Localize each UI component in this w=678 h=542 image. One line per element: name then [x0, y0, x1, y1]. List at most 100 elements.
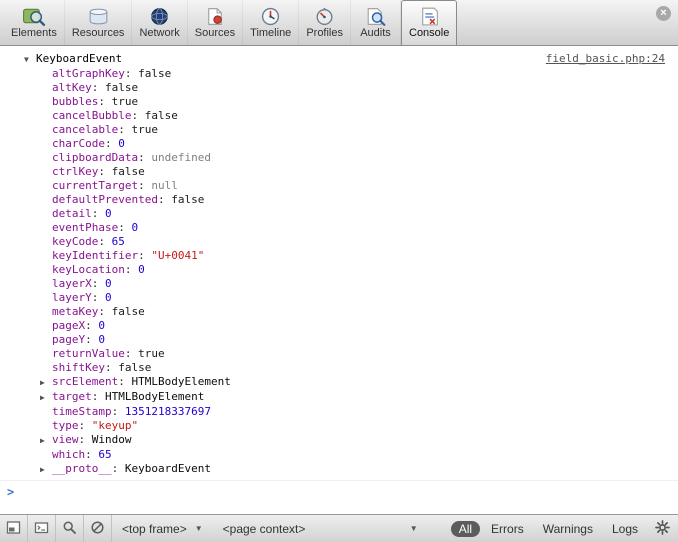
- property-separator: :: [78, 433, 92, 446]
- clear-console-button[interactable]: [84, 515, 112, 542]
- property-separator: :: [138, 249, 152, 262]
- disclosure-triangle-expanded-icon[interactable]: [24, 53, 36, 67]
- property-value: true: [111, 95, 139, 108]
- property-name: returnValue: [52, 347, 125, 360]
- property-separator: :: [85, 333, 99, 346]
- property-name: shiftKey: [52, 361, 105, 374]
- property-row[interactable]: srcElement: HTMLBodyElement: [0, 375, 678, 390]
- property-separator: :: [85, 448, 99, 461]
- property-separator: :: [91, 207, 105, 220]
- tab-label: Resources: [71, 26, 125, 39]
- tab-resources[interactable]: Resources: [65, 0, 133, 45]
- property-row: metaKey: false: [0, 305, 678, 319]
- property-separator: :: [111, 405, 125, 418]
- property-separator: :: [118, 123, 132, 136]
- disclosure-triangle-collapsed-icon[interactable]: [40, 434, 52, 448]
- property-name: cancelBubble: [52, 109, 132, 122]
- property-value: false: [171, 193, 205, 206]
- statusbar-buttons: [0, 515, 112, 542]
- tab-profiles[interactable]: Profiles: [299, 0, 351, 45]
- audits-icon: [363, 7, 388, 26]
- frame-selector-dropdown[interactable]: <top frame>: [112, 515, 213, 542]
- property-value: false: [111, 305, 145, 318]
- property-separator: :: [91, 81, 105, 94]
- property-name: eventPhase: [52, 221, 119, 234]
- tab-console[interactable]: Console: [401, 0, 458, 45]
- filter-logs[interactable]: Logs: [604, 521, 646, 537]
- property-row: keyLocation: 0: [0, 263, 678, 277]
- settings-button[interactable]: [646, 515, 678, 542]
- console-message-root[interactable]: KeyboardEvent field_basic.php:24: [0, 52, 678, 67]
- dock-button[interactable]: [0, 515, 28, 542]
- property-separator: :: [98, 305, 112, 318]
- filter-warnings[interactable]: Warnings: [535, 521, 601, 537]
- console-filters: All Errors Warnings Logs: [450, 515, 646, 542]
- property-value: Window: [91, 433, 132, 446]
- property-value: 65: [98, 448, 112, 461]
- property-name: metaKey: [52, 305, 99, 318]
- console-prompt[interactable]: >: [0, 481, 678, 500]
- filter-all[interactable]: All: [450, 520, 481, 537]
- property-row: pageX: 0: [0, 319, 678, 333]
- tab-network[interactable]: Network: [132, 0, 188, 45]
- property-separator: :: [85, 319, 99, 332]
- property-name: defaultPrevented: [52, 193, 158, 206]
- search-icon: [62, 520, 77, 538]
- property-value: false: [111, 165, 145, 178]
- property-value: 0: [98, 333, 105, 346]
- property-separator: :: [124, 347, 139, 360]
- frame-selector-label: <top frame>: [122, 521, 187, 536]
- property-name: pageX: [52, 319, 86, 332]
- resources-icon: [86, 7, 111, 26]
- property-name: type: [52, 419, 79, 432]
- property-separator: :: [91, 291, 105, 304]
- property-row: altKey: false: [0, 81, 678, 95]
- property-name: currentTarget: [52, 179, 139, 192]
- property-row: type: "keyup": [0, 419, 678, 433]
- property-row: which: 65: [0, 448, 678, 462]
- property-row[interactable]: target: HTMLBodyElement: [0, 390, 678, 405]
- property-separator: :: [118, 221, 132, 234]
- property-row[interactable]: view: Window: [0, 433, 678, 448]
- property-row: currentTarget: null: [0, 179, 678, 193]
- property-name: which: [52, 448, 86, 461]
- property-row[interactable]: __proto__: KeyboardEvent: [0, 462, 678, 477]
- sources-icon: [202, 7, 227, 26]
- console-panel: KeyboardEvent field_basic.php:24 altGraph…: [0, 47, 678, 514]
- network-icon: [147, 7, 172, 26]
- property-row: pageY: 0: [0, 333, 678, 347]
- property-value: 65: [111, 235, 125, 248]
- dock-icon: [6, 520, 21, 538]
- tab-sources[interactable]: Sources: [188, 0, 244, 45]
- context-selector-dropdown[interactable]: <page context>: [213, 515, 428, 542]
- source-link[interactable]: field_basic.php:24: [546, 52, 665, 66]
- property-value: false: [138, 67, 172, 80]
- property-name: keyCode: [52, 235, 99, 248]
- disclosure-triangle-collapsed-icon[interactable]: [40, 463, 52, 477]
- disclosure-triangle-collapsed-icon[interactable]: [40, 391, 52, 405]
- profiles-icon: [312, 7, 337, 26]
- property-separator: :: [118, 375, 132, 388]
- property-separator: :: [138, 179, 152, 192]
- tab-timeline[interactable]: Timeline: [243, 0, 300, 45]
- object-properties: altGraphKey: false altKey: false bubbles: …: [0, 67, 678, 477]
- chevron-down-icon: [195, 524, 203, 533]
- property-name: view: [52, 433, 79, 446]
- property-name: cancelable: [52, 123, 119, 136]
- filter-errors[interactable]: Errors: [483, 521, 532, 537]
- show-console-button[interactable]: [28, 515, 56, 542]
- property-row: clipboardData: undefined: [0, 151, 678, 165]
- search-button[interactable]: [56, 515, 84, 542]
- property-value: false: [105, 81, 139, 94]
- disclosure-triangle-collapsed-icon[interactable]: [40, 376, 52, 390]
- close-button[interactable]: ×: [656, 6, 671, 21]
- tab-audits[interactable]: Audits: [351, 0, 401, 45]
- property-name: srcElement: [52, 375, 119, 388]
- property-name: __proto__: [52, 462, 112, 475]
- tab-elements[interactable]: Elements: [4, 0, 65, 45]
- show-console-icon: [34, 520, 49, 538]
- property-separator: :: [111, 462, 125, 475]
- tab-label: Elements: [11, 26, 57, 39]
- property-name: altGraphKey: [52, 67, 125, 80]
- property-value: 1351218337697: [124, 405, 211, 418]
